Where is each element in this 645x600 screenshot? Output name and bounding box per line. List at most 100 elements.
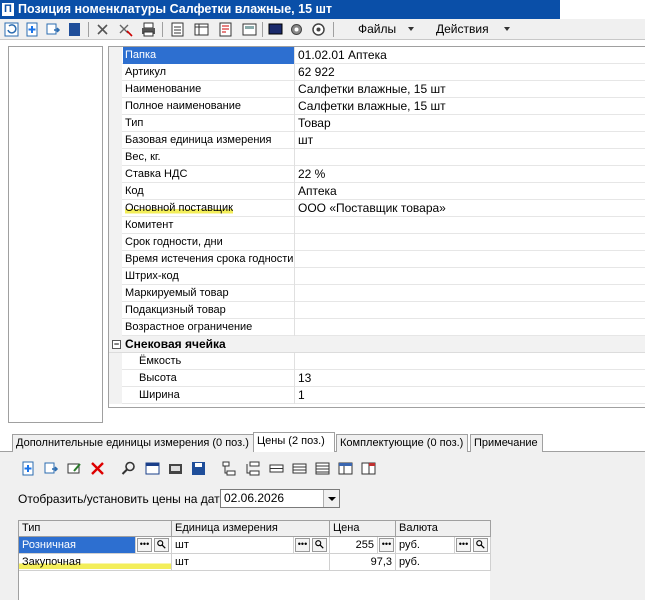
property-row[interactable]: Папка 01.02.01 Аптека [109, 47, 645, 64]
property-row[interactable]: Базовая единица измерения шт [109, 132, 645, 149]
actions-menu[interactable]: Действия [436, 19, 510, 40]
property-row[interactable]: Подакцизный товар [109, 302, 645, 319]
property-row[interactable]: Ширина 1 [109, 387, 645, 404]
property-row[interactable]: Код Аптека [109, 183, 645, 200]
property-value[interactable] [296, 268, 645, 285]
property-row[interactable]: Тип Товар [109, 115, 645, 132]
ellipsis-button[interactable]: ••• [137, 538, 152, 552]
rows-expand-icon[interactable] [314, 460, 331, 477]
column-header-unit[interactable]: Единица измерения [172, 520, 330, 537]
property-value[interactable]: Салфетки влажные, 15 шт [296, 81, 645, 98]
property-value[interactable]: 01.02.01 Аптека [296, 47, 645, 64]
column-header-price[interactable]: Цена [330, 520, 396, 537]
property-row[interactable]: Вес, кг. [109, 149, 645, 166]
refresh-icon[interactable] [3, 21, 20, 38]
property-row[interactable]: Штрих-код [109, 268, 645, 285]
save-icon[interactable] [66, 21, 83, 38]
currency-cell[interactable]: руб. [396, 537, 455, 554]
property-value[interactable] [296, 319, 645, 336]
table-icon[interactable] [193, 21, 210, 38]
columns-icon[interactable] [337, 460, 354, 477]
gear-icon[interactable] [288, 21, 305, 38]
copy-icon[interactable] [45, 21, 62, 38]
property-row[interactable]: Основной поставщик ООО «Поставщик товара» [109, 200, 645, 217]
tree-icon[interactable] [220, 460, 237, 477]
property-value[interactable]: 13 [296, 370, 645, 387]
monitor-icon[interactable] [267, 21, 284, 38]
property-value[interactable] [296, 149, 645, 166]
delete-icon[interactable] [89, 460, 106, 477]
property-row[interactable]: Возрастное ограничение [109, 319, 645, 336]
save-icon[interactable] [190, 460, 207, 477]
tab-additional-units[interactable]: Дополнительные единицы измерения (0 поз.… [12, 434, 254, 452]
property-row[interactable]: Полное наименование Салфетки влажные, 15 … [109, 98, 645, 115]
property-value[interactable]: 62 922 [296, 64, 645, 81]
collapse-toggle-icon[interactable]: − [112, 340, 121, 349]
rows-icon[interactable] [291, 460, 308, 477]
files-menu[interactable]: Файлы [358, 19, 414, 40]
columns-settings-icon[interactable] [360, 460, 377, 477]
tree-expand-icon[interactable] [244, 460, 261, 477]
edit-icon[interactable] [66, 460, 83, 477]
property-row[interactable]: Маркируемый товар [109, 285, 645, 302]
folder-icon[interactable] [167, 460, 184, 477]
folder-tree-panel[interactable] [8, 46, 103, 423]
property-value[interactable] [296, 302, 645, 319]
tab-components[interactable]: Комплектующие (0 поз.) [336, 434, 468, 452]
property-value[interactable] [296, 285, 645, 302]
property-label: Маркируемый товар [123, 285, 295, 302]
property-value[interactable]: Аптека [296, 183, 645, 200]
tab-prices[interactable]: Цены (2 поз.) [253, 432, 335, 453]
window-icon[interactable] [144, 460, 161, 477]
property-value[interactable]: 22 % [296, 166, 645, 183]
copy-icon[interactable] [43, 460, 60, 477]
ellipsis-button[interactable]: ••• [379, 538, 394, 552]
report-icon[interactable] [217, 21, 234, 38]
price-cell[interactable]: 255 [330, 537, 378, 554]
form-icon[interactable] [241, 21, 258, 38]
add-icon[interactable] [20, 460, 37, 477]
column-header-currency[interactable]: Валюта [396, 520, 491, 537]
ellipsis-button[interactable]: ••• [456, 538, 471, 552]
property-row[interactable]: Время истечения срока годности [109, 251, 645, 268]
property-value[interactable]: шт [296, 132, 645, 149]
property-value[interactable]: 1 [296, 387, 645, 404]
document-list-icon[interactable] [169, 21, 186, 38]
property-value[interactable] [296, 217, 645, 234]
column-header-type[interactable]: Тип [19, 520, 172, 537]
property-row[interactable]: Ставка НДС 22 % [109, 166, 645, 183]
print-icon[interactable] [140, 21, 157, 38]
tab-notes[interactable]: Примечание [470, 434, 543, 452]
ellipsis-button[interactable]: ••• [295, 538, 310, 552]
lookup-button[interactable] [473, 538, 488, 552]
collapse-icon[interactable] [268, 460, 285, 477]
date-picker[interactable]: 02.06.2026 [220, 489, 340, 508]
property-value[interactable] [296, 234, 645, 251]
property-value[interactable] [296, 251, 645, 268]
currency-cell[interactable]: руб. [396, 554, 491, 571]
lookup-button[interactable] [312, 538, 327, 552]
lookup-button[interactable] [154, 538, 169, 552]
section-header[interactable]: − Снековая ячейка [109, 336, 645, 353]
price-cell[interactable]: 97,3 [330, 554, 396, 571]
property-value[interactable]: Салфетки влажные, 15 шт [296, 98, 645, 115]
property-row[interactable]: Высота 13 [109, 370, 645, 387]
property-value[interactable]: Товар [296, 115, 645, 132]
property-row[interactable]: Наименование Салфетки влажные, 15 шт [109, 81, 645, 98]
property-value[interactable]: ООО «Поставщик товара» [296, 200, 645, 217]
unit-cell[interactable]: шт [172, 554, 330, 571]
property-row[interactable]: Срок годности, дни [109, 234, 645, 251]
property-row[interactable]: Артикул 62 922 [109, 64, 645, 81]
price-type-cell[interactable]: Розничная [19, 537, 136, 554]
unit-cell[interactable]: шт [172, 537, 294, 554]
delete-mark-icon[interactable] [117, 21, 134, 38]
date-dropdown-button[interactable] [323, 490, 339, 507]
new-document-icon[interactable] [24, 21, 41, 38]
property-row[interactable]: Комитент [109, 217, 645, 234]
search-icon[interactable] [120, 460, 137, 477]
close-icon[interactable] [94, 21, 111, 38]
price-type-cell[interactable]: Закупочная [19, 554, 172, 571]
property-value[interactable] [296, 353, 645, 370]
settings-icon[interactable] [310, 21, 327, 38]
property-row[interactable]: Ёмкость [109, 353, 645, 370]
